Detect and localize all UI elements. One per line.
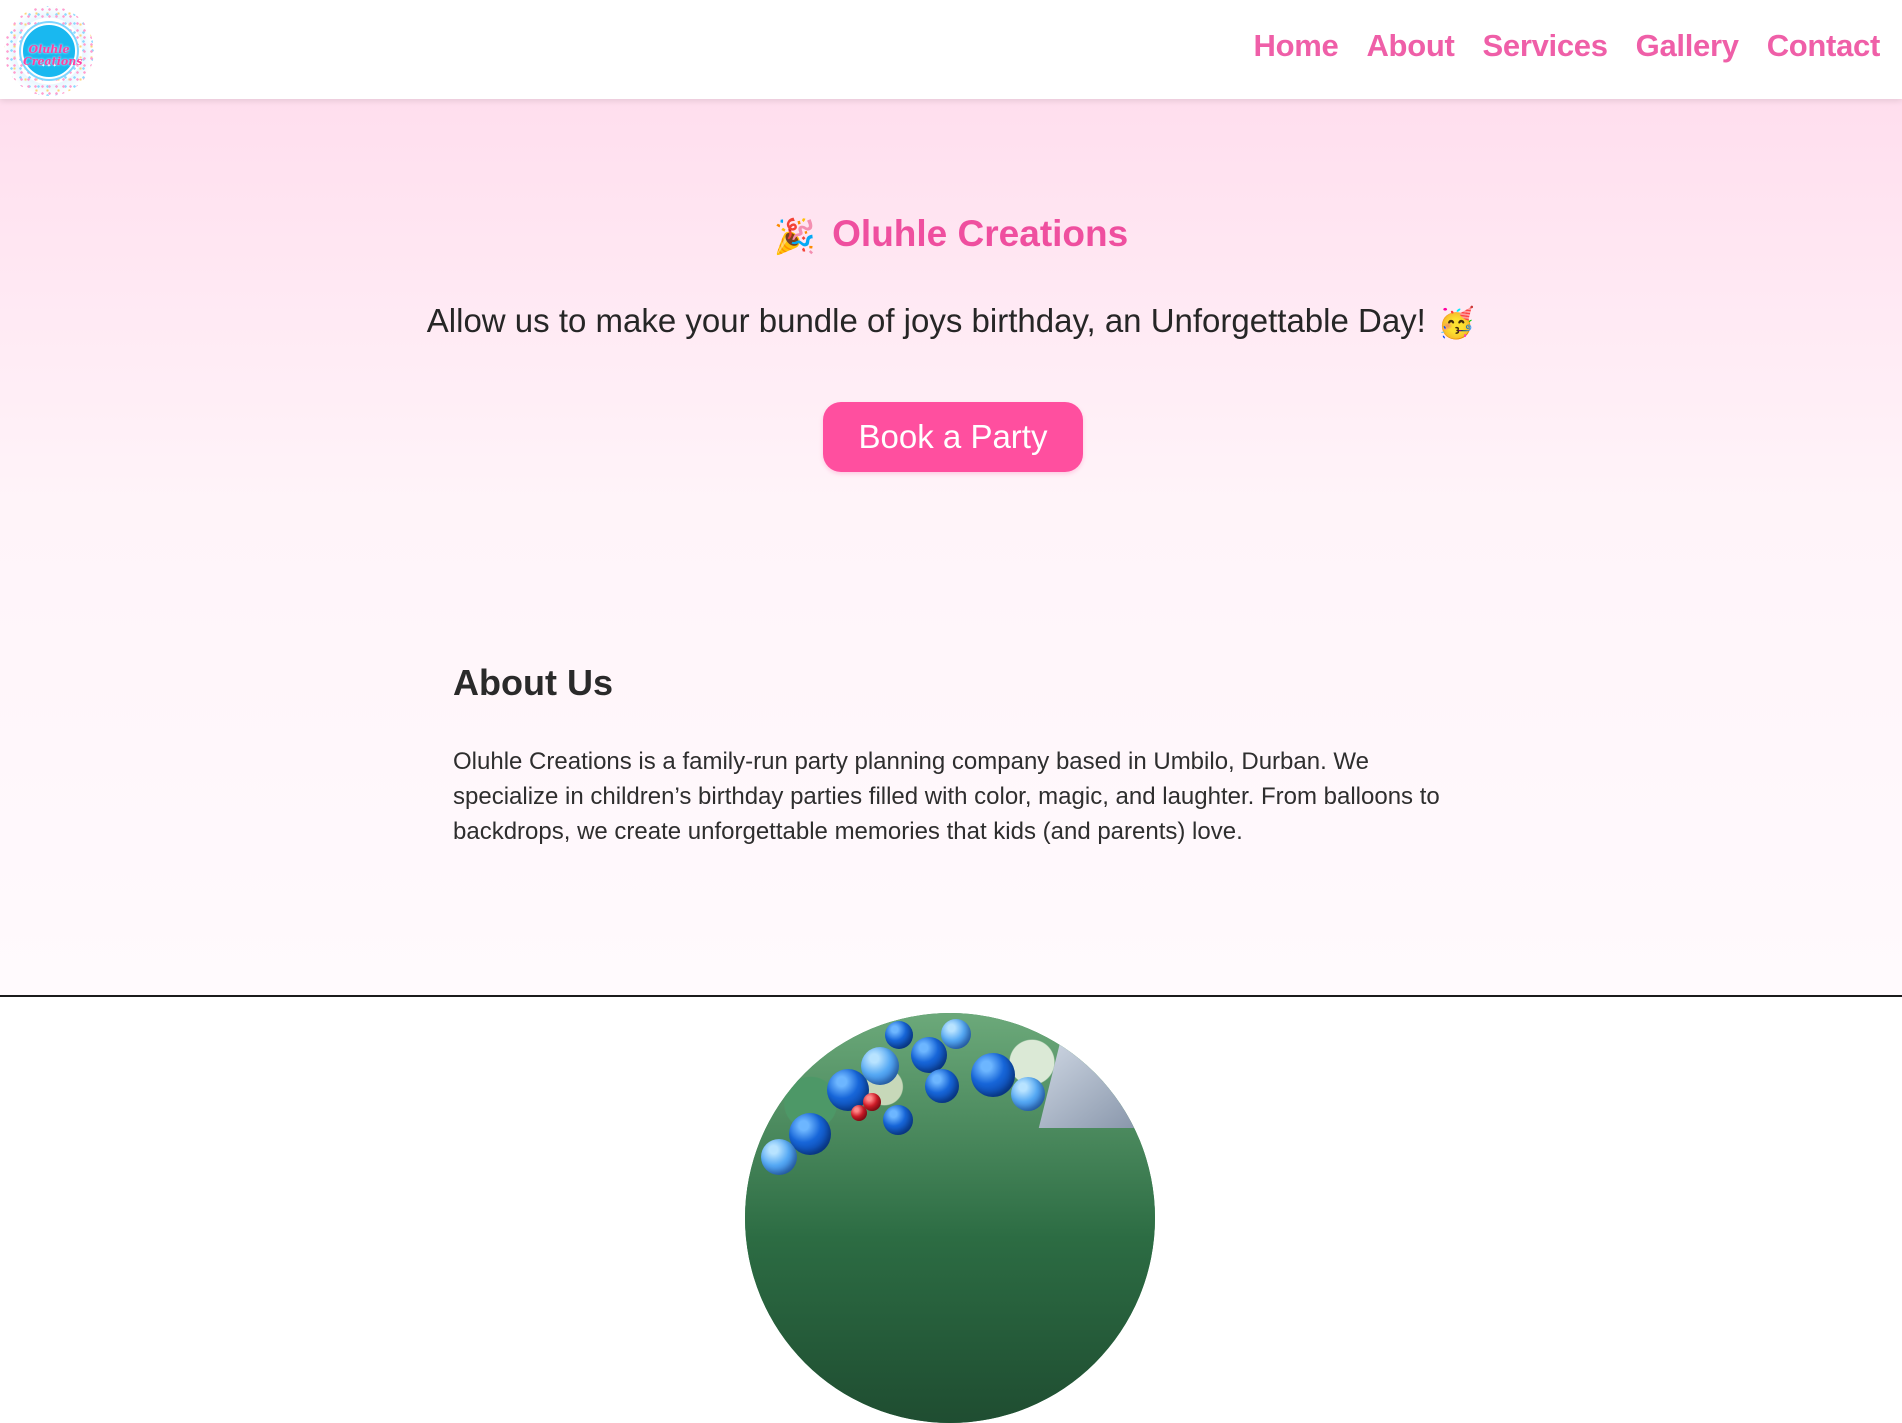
party-photo — [745, 1013, 1155, 1423]
main-nav: Home About Services Gallery Contact — [1254, 28, 1881, 64]
party-popper-icon: 🎉 — [773, 218, 817, 256]
balloon — [761, 1139, 797, 1175]
nav-contact-link[interactable]: Contact — [1767, 28, 1881, 64]
hero-title: 🎉 Oluhle Creations — [0, 213, 1902, 257]
nav-gallery-link[interactable]: Gallery — [1636, 28, 1739, 64]
balloon — [971, 1053, 1015, 1097]
nav-home-link[interactable]: Home — [1254, 28, 1339, 64]
nav-about-link[interactable]: About — [1366, 28, 1454, 64]
balloon — [911, 1037, 947, 1073]
hero-subtitle-text: Allow us to make your bundle of joys bir… — [426, 302, 1426, 339]
page-content: 🎉 Oluhle Creations Allow us to make your … — [0, 99, 1902, 1423]
book-party-button[interactable]: Book a Party — [823, 402, 1083, 472]
about-description: Oluhle Creations is a family-run party p… — [453, 748, 1440, 845]
balloon — [861, 1047, 899, 1085]
balloon — [1011, 1077, 1045, 1111]
balloon — [851, 1105, 867, 1121]
nav-services-link[interactable]: Services — [1483, 28, 1608, 64]
brand-logo[interactable]: Oluhle Creations ✦ ✦ ✦ — [4, 6, 94, 96]
about-heading: About Us — [453, 662, 613, 703]
top-navbar: Oluhle Creations ✦ ✦ ✦ Home About Servic… — [0, 0, 1902, 99]
logo-circle: Oluhle Creations ✦ ✦ ✦ — [21, 23, 82, 79]
balloon — [925, 1069, 959, 1103]
hero-title-text: Oluhle Creations — [832, 213, 1129, 254]
balloon — [885, 1021, 913, 1049]
balloon — [941, 1019, 971, 1049]
partying-face-icon: 🥳 — [1437, 307, 1476, 340]
hero-subtitle: Allow us to make your bundle of joys bir… — [0, 302, 1902, 341]
logo-decoration: ✦ ✦ ✦ — [41, 63, 57, 69]
balloon — [883, 1105, 913, 1135]
